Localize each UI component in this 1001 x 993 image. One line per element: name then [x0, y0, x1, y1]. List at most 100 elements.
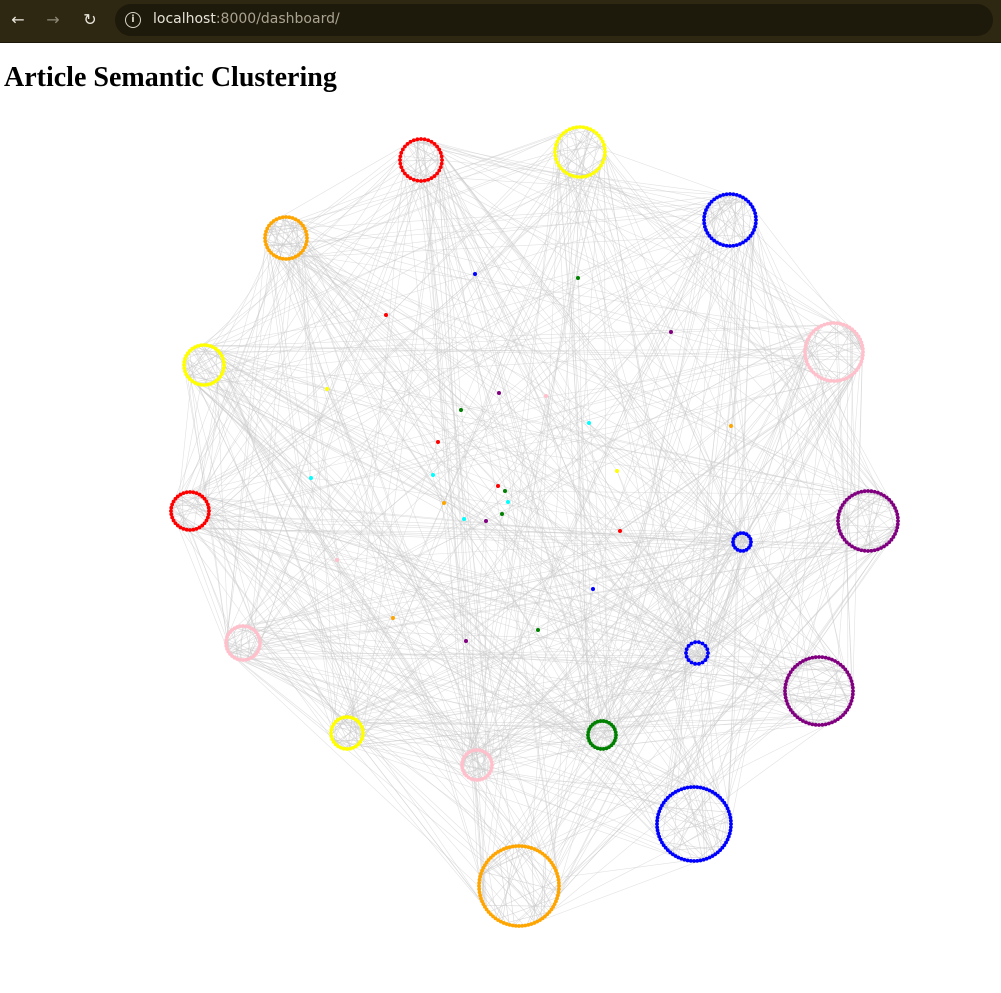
cluster-node[interactable]	[170, 515, 175, 520]
cluster-node[interactable]	[400, 168, 405, 173]
cluster-node[interactable]	[689, 641, 694, 646]
cluster-node[interactable]	[697, 661, 701, 666]
cluster-node[interactable]	[731, 243, 736, 248]
cluster-node[interactable]	[684, 647, 689, 652]
cluster-node[interactable]	[602, 157, 606, 161]
cluster-node[interactable]	[188, 528, 192, 532]
cluster-node[interactable]	[838, 378, 843, 383]
cluster-node[interactable]	[820, 722, 825, 727]
cluster-node[interactable]	[682, 786, 687, 791]
cluster-node[interactable]	[578, 175, 582, 179]
cluster-node[interactable]	[731, 192, 736, 197]
cluster-node[interactable]	[188, 490, 192, 494]
cluster-node[interactable]	[399, 150, 404, 155]
cluster-node[interactable]	[701, 857, 706, 862]
cluster-node[interactable]	[578, 125, 582, 129]
cluster-node[interactable]	[284, 257, 288, 261]
cluster-node[interactable]	[851, 689, 855, 693]
arrow-left-icon[interactable]: ←	[6, 8, 30, 32]
singleton-node-green[interactable]	[576, 276, 580, 280]
cluster-node[interactable]	[849, 679, 854, 684]
cluster-node[interactable]	[688, 858, 693, 863]
cluster-node[interactable]	[305, 236, 309, 240]
cluster-node[interactable]	[700, 641, 705, 646]
cluster-node[interactable]	[753, 221, 758, 226]
cluster-node[interactable]	[836, 525, 841, 530]
singleton-node-cyan[interactable]	[462, 517, 466, 521]
cluster-node[interactable]	[718, 194, 722, 198]
cluster-node[interactable]	[748, 537, 753, 541]
cluster-node[interactable]	[826, 721, 831, 726]
cluster-node[interactable]	[803, 350, 807, 354]
singleton-node-green[interactable]	[536, 628, 540, 632]
arrow-right-icon[interactable]: →	[41, 8, 65, 32]
cluster-node[interactable]	[859, 489, 864, 494]
cluster-node[interactable]	[655, 815, 660, 820]
cluster-node[interactable]	[866, 489, 870, 493]
cluster-node[interactable]	[206, 505, 211, 510]
cluster-node[interactable]	[866, 549, 870, 553]
cluster-node[interactable]	[705, 647, 710, 652]
cluster-node[interactable]	[813, 655, 818, 660]
cluster-node[interactable]	[419, 137, 423, 141]
cluster-node[interactable]	[553, 153, 558, 158]
cluster-node[interactable]	[581, 174, 586, 179]
cluster-node[interactable]	[398, 154, 403, 159]
cluster-node[interactable]	[555, 160, 560, 165]
cluster-node[interactable]	[426, 177, 431, 182]
cluster-node[interactable]	[602, 153, 607, 158]
cluster-node[interactable]	[655, 822, 659, 826]
cluster-node[interactable]	[803, 346, 808, 351]
cluster-node[interactable]	[860, 353, 865, 358]
info-icon[interactable]: i	[125, 12, 141, 28]
cluster-node[interactable]	[304, 239, 309, 244]
cluster-node[interactable]	[692, 785, 696, 789]
cluster-node[interactable]	[702, 214, 707, 219]
cluster-node[interactable]	[861, 350, 865, 354]
singleton-node-green[interactable]	[503, 489, 507, 493]
cluster-node[interactable]	[823, 722, 828, 727]
singleton-node-cyan[interactable]	[431, 473, 435, 477]
cluster-node[interactable]	[304, 229, 308, 234]
cluster-node[interactable]	[290, 256, 295, 260]
singleton-node-pink[interactable]	[335, 558, 339, 562]
singleton-node-orange[interactable]	[442, 501, 446, 505]
cluster-node[interactable]	[655, 818, 660, 823]
cluster-node[interactable]	[688, 785, 693, 790]
singleton-node-pink[interactable]	[544, 394, 548, 398]
cluster-node[interactable]	[398, 161, 403, 166]
cluster-node[interactable]	[184, 490, 189, 495]
cluster-node[interactable]	[263, 232, 268, 237]
cluster-node[interactable]	[810, 722, 815, 727]
cluster-node[interactable]	[784, 698, 789, 703]
cluster-node[interactable]	[422, 137, 427, 142]
singleton-node-purple[interactable]	[464, 639, 468, 643]
cluster-node[interactable]	[783, 685, 788, 690]
cluster-node[interactable]	[862, 489, 867, 494]
cluster-node[interactable]	[859, 548, 864, 553]
cluster-purple[interactable]	[836, 489, 900, 553]
cluster-node[interactable]	[753, 224, 758, 229]
cluster-node[interactable]	[894, 509, 899, 513]
cluster-node[interactable]	[895, 525, 900, 530]
cluster-node[interactable]	[415, 137, 420, 142]
cluster-node[interactable]	[419, 179, 423, 183]
singleton-node-green[interactable]	[459, 408, 463, 412]
cluster-graph[interactable]	[0, 100, 1001, 993]
singleton-node-cyan[interactable]	[309, 476, 313, 480]
address-bar[interactable]: i localhost:8000/dashboard/	[115, 4, 993, 36]
cluster-node[interactable]	[264, 242, 268, 247]
cluster-node[interactable]	[263, 236, 267, 240]
cluster-node[interactable]	[703, 658, 708, 662]
cluster-node[interactable]	[692, 859, 696, 863]
cluster-node[interactable]	[738, 242, 742, 246]
cluster-node[interactable]	[655, 828, 660, 833]
cluster-node[interactable]	[553, 146, 558, 151]
cluster-node[interactable]	[862, 548, 867, 553]
cluster-node[interactable]	[206, 512, 211, 517]
cluster-node[interactable]	[280, 256, 285, 261]
cluster-node[interactable]	[191, 490, 196, 495]
cluster-node[interactable]	[832, 321, 836, 325]
cluster-node[interactable]	[895, 512, 900, 517]
cluster-node[interactable]	[810, 655, 815, 660]
